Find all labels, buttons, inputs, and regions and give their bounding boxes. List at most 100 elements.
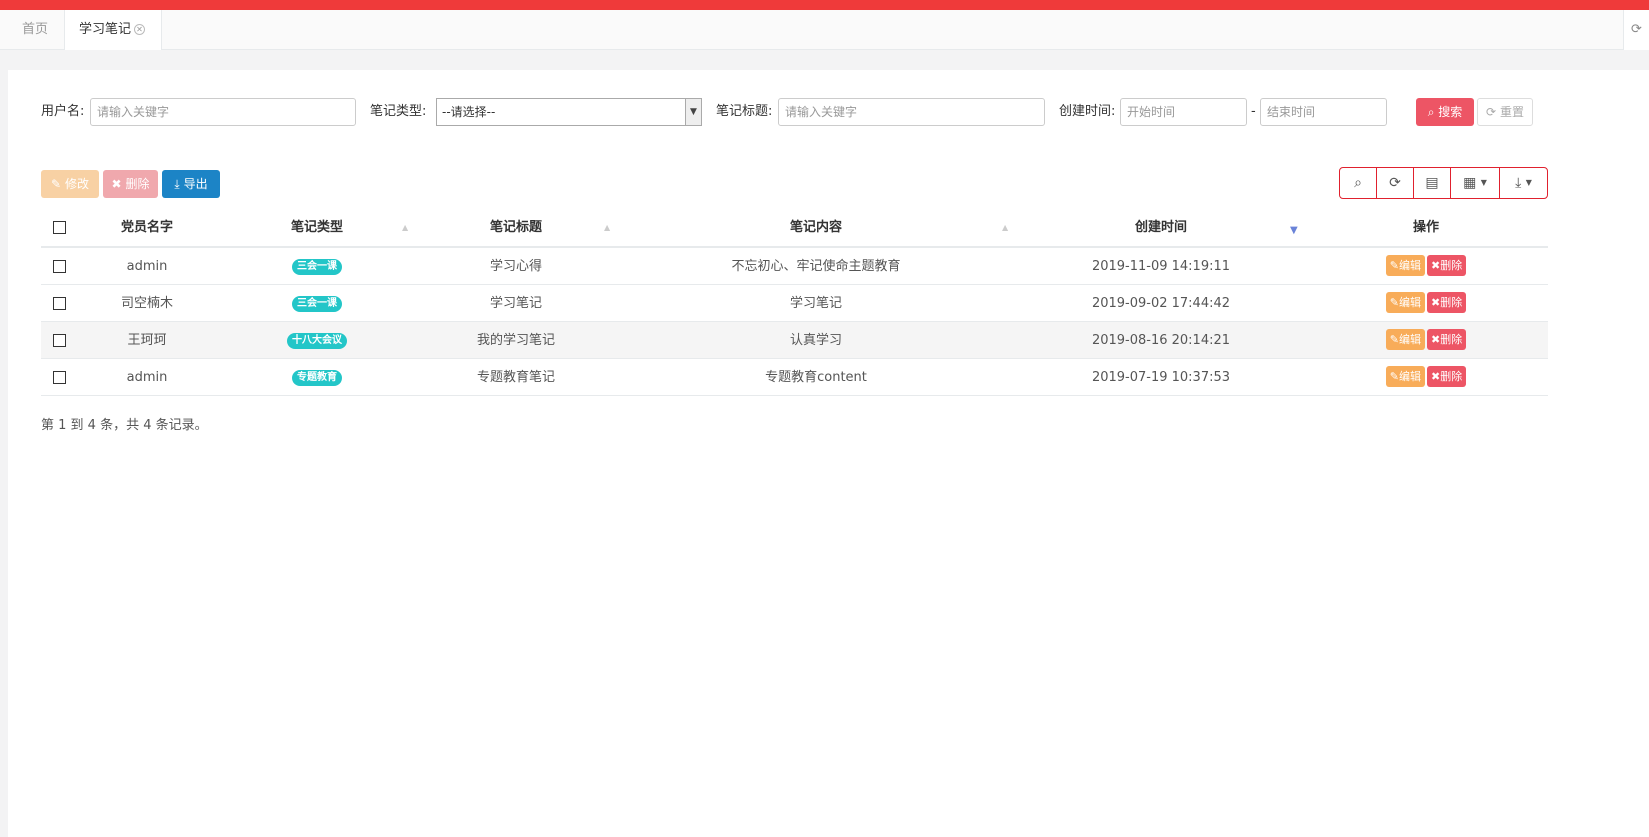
header-type[interactable]: 笔记类型 <box>257 210 377 246</box>
close-icon[interactable]: ✕ <box>134 24 146 35</box>
sort-desc-icon[interactable]: ▼ <box>1290 213 1298 249</box>
top-accent-bar <box>0 0 1649 10</box>
select-all-checkbox[interactable] <box>53 221 66 234</box>
table-header: 党员名字 笔记类型 ▲ 笔记标题 ▲ 笔记内容 ▲ 创建时间 ▼ 操作 <box>41 210 1548 248</box>
grid-icon: ▦ <box>1463 175 1477 191</box>
caret-down-icon: ▼ <box>1480 178 1487 187</box>
notes-table: 党员名字 笔记类型 ▲ 笔记标题 ▲ 笔记内容 ▲ 创建时间 ▼ 操作 admi… <box>41 210 1548 396</box>
cell-time: 2019-07-19 10:37:53 <box>1091 370 1231 385</box>
row-delete-label: 删除 <box>1440 370 1463 383</box>
cell-type: 三会一课 <box>257 248 377 284</box>
row-edit-button[interactable]: ✎编辑 <box>1385 329 1425 350</box>
download-icon: ⤓ <box>1515 175 1522 191</box>
reset-button[interactable]: ⟳ 重置 <box>1477 98 1533 126</box>
header-time[interactable]: 创建时间 <box>1081 210 1241 246</box>
list-icon: ▤ <box>1425 175 1439 191</box>
cell-title: 学习笔记 <box>489 296 542 311</box>
chevron-down-icon: ▼ <box>685 99 701 125</box>
start-time-input[interactable]: 开始时间 <box>1120 98 1247 126</box>
delete-button[interactable]: ✖ 删除 <box>103 170 158 198</box>
toggle-view-button[interactable]: ▤ <box>1413 167 1451 199</box>
type-badge: 十八大会议 <box>287 333 347 349</box>
search-button[interactable]: ⌕ 搜索 <box>1416 98 1474 126</box>
cell-title: 我的学习笔记 <box>476 333 555 348</box>
header-op: 操作 <box>1412 220 1439 235</box>
pagination-summary: 第 1 到 4 条，共 4 条记录。 <box>41 418 208 433</box>
toggle-search-button[interactable]: ⌕ <box>1339 167 1377 199</box>
type-badge: 三会一课 <box>292 259 342 275</box>
tab-study-notes-label: 学习笔记 <box>79 22 132 37</box>
note-title-label: 笔记标题: <box>716 104 773 119</box>
delete-button-label: 删除 <box>125 177 150 191</box>
cell-title: 专题教育笔记 <box>476 370 555 385</box>
cell-op: ✎编辑 ✖删除 <box>1351 285 1501 321</box>
row-checkbox[interactable] <box>53 297 66 310</box>
refresh-icon[interactable]: ⟳ <box>1623 10 1649 50</box>
close-icon: ✖ <box>111 177 122 191</box>
header-name: 党员名字 <box>120 220 173 235</box>
search-button-label: 搜索 <box>1438 105 1463 119</box>
tab-home[interactable]: 首页 <box>8 10 62 50</box>
row-checkbox[interactable] <box>53 371 66 384</box>
row-delete-button[interactable]: ✖删除 <box>1427 366 1467 387</box>
tab-bar: 首页 学习笔记 ✕ ⟳ <box>0 10 1649 50</box>
sort-icon[interactable]: ▲ <box>1002 210 1008 246</box>
table-row: 王珂珂 十八大会议 我的学习笔记 认真学习 2019-08-16 20:14:2… <box>41 322 1548 359</box>
refresh-table-button[interactable]: ⟳ <box>1376 167 1414 199</box>
row-delete-button[interactable]: ✖删除 <box>1427 255 1467 276</box>
username-input[interactable]: 请输入关键字 <box>90 98 356 126</box>
row-checkbox[interactable] <box>53 260 66 273</box>
row-edit-button[interactable]: ✎编辑 <box>1385 255 1425 276</box>
cell-type: 三会一课 <box>257 285 377 321</box>
cell-content: 不忘初心、牢记使命主题教育 <box>731 259 901 274</box>
row-edit-button[interactable]: ✎编辑 <box>1385 366 1425 387</box>
edit-icon: ✎ <box>51 177 62 191</box>
note-title-input[interactable]: 请输入关键字 <box>778 98 1045 126</box>
cell-name: 司空楠木 <box>120 296 173 311</box>
table-row: admin 专题教育 专题教育笔记 专题教育content 2019-07-19… <box>41 359 1548 396</box>
type-badge: 三会一课 <box>292 296 342 312</box>
tab-study-notes[interactable]: 学习笔记 ✕ <box>64 10 162 50</box>
end-time-input[interactable]: 结束时间 <box>1260 98 1387 126</box>
cell-content: 专题教育content <box>765 370 867 385</box>
row-edit-button[interactable]: ✎编辑 <box>1385 292 1425 313</box>
range-separator: - <box>1251 104 1256 119</box>
cell-name: admin <box>126 370 168 385</box>
row-checkbox[interactable] <box>53 334 66 347</box>
reset-button-label: 重置 <box>1499 105 1524 119</box>
cell-content: 学习笔记 <box>789 296 842 311</box>
cell-time: 2019-09-02 17:44:42 <box>1091 296 1231 311</box>
cell-op: ✎编辑 ✖删除 <box>1351 359 1501 395</box>
row-edit-label: 编辑 <box>1399 259 1421 272</box>
download-icon: ⤓ <box>174 177 180 191</box>
cell-title: 学习心得 <box>489 259 542 274</box>
edit-button-label: 修改 <box>64 177 89 191</box>
search-icon: ⌕ <box>1354 175 1362 191</box>
row-edit-label: 编辑 <box>1399 370 1421 383</box>
create-time-label: 创建时间: <box>1059 104 1116 119</box>
row-delete-button[interactable]: ✖删除 <box>1427 292 1467 313</box>
search-form: 用户名: 请输入关键字 笔记类型: --请选择-- ▼ 笔记标题: 请输入关键字… <box>0 98 1649 128</box>
export-dropdown-button[interactable]: ⤓ ▼ <box>1499 167 1548 199</box>
export-button[interactable]: ⤓ 导出 <box>162 170 220 198</box>
table-row: 司空楠木 三会一课 学习笔记 学习笔记 2019-09-02 17:44:42 … <box>41 285 1548 322</box>
type-badge: 专题教育 <box>292 370 342 386</box>
row-delete-button[interactable]: ✖删除 <box>1427 329 1467 350</box>
row-delete-label: 删除 <box>1440 333 1463 346</box>
row-delete-label: 删除 <box>1440 296 1463 309</box>
columns-button[interactable]: ▦ ▼ <box>1450 167 1500 199</box>
row-edit-label: 编辑 <box>1399 296 1421 309</box>
note-type-select[interactable]: --请选择-- ▼ <box>436 98 702 126</box>
refresh-icon: ⟳ <box>1486 105 1497 119</box>
sort-icon[interactable]: ▲ <box>604 210 610 246</box>
sort-icon[interactable]: ▲ <box>402 210 408 246</box>
edit-button[interactable]: ✎ 修改 <box>41 170 99 198</box>
cell-name: 王珂珂 <box>127 333 167 348</box>
header-content[interactable]: 笔记内容 <box>656 210 976 246</box>
cell-op: ✎编辑 ✖删除 <box>1351 248 1501 284</box>
tab-home-label: 首页 <box>22 22 49 37</box>
row-edit-label: 编辑 <box>1399 333 1421 346</box>
cell-content: 认真学习 <box>789 333 842 348</box>
header-title[interactable]: 笔记标题 <box>456 210 576 246</box>
cell-time: 2019-08-16 20:14:21 <box>1091 333 1231 348</box>
